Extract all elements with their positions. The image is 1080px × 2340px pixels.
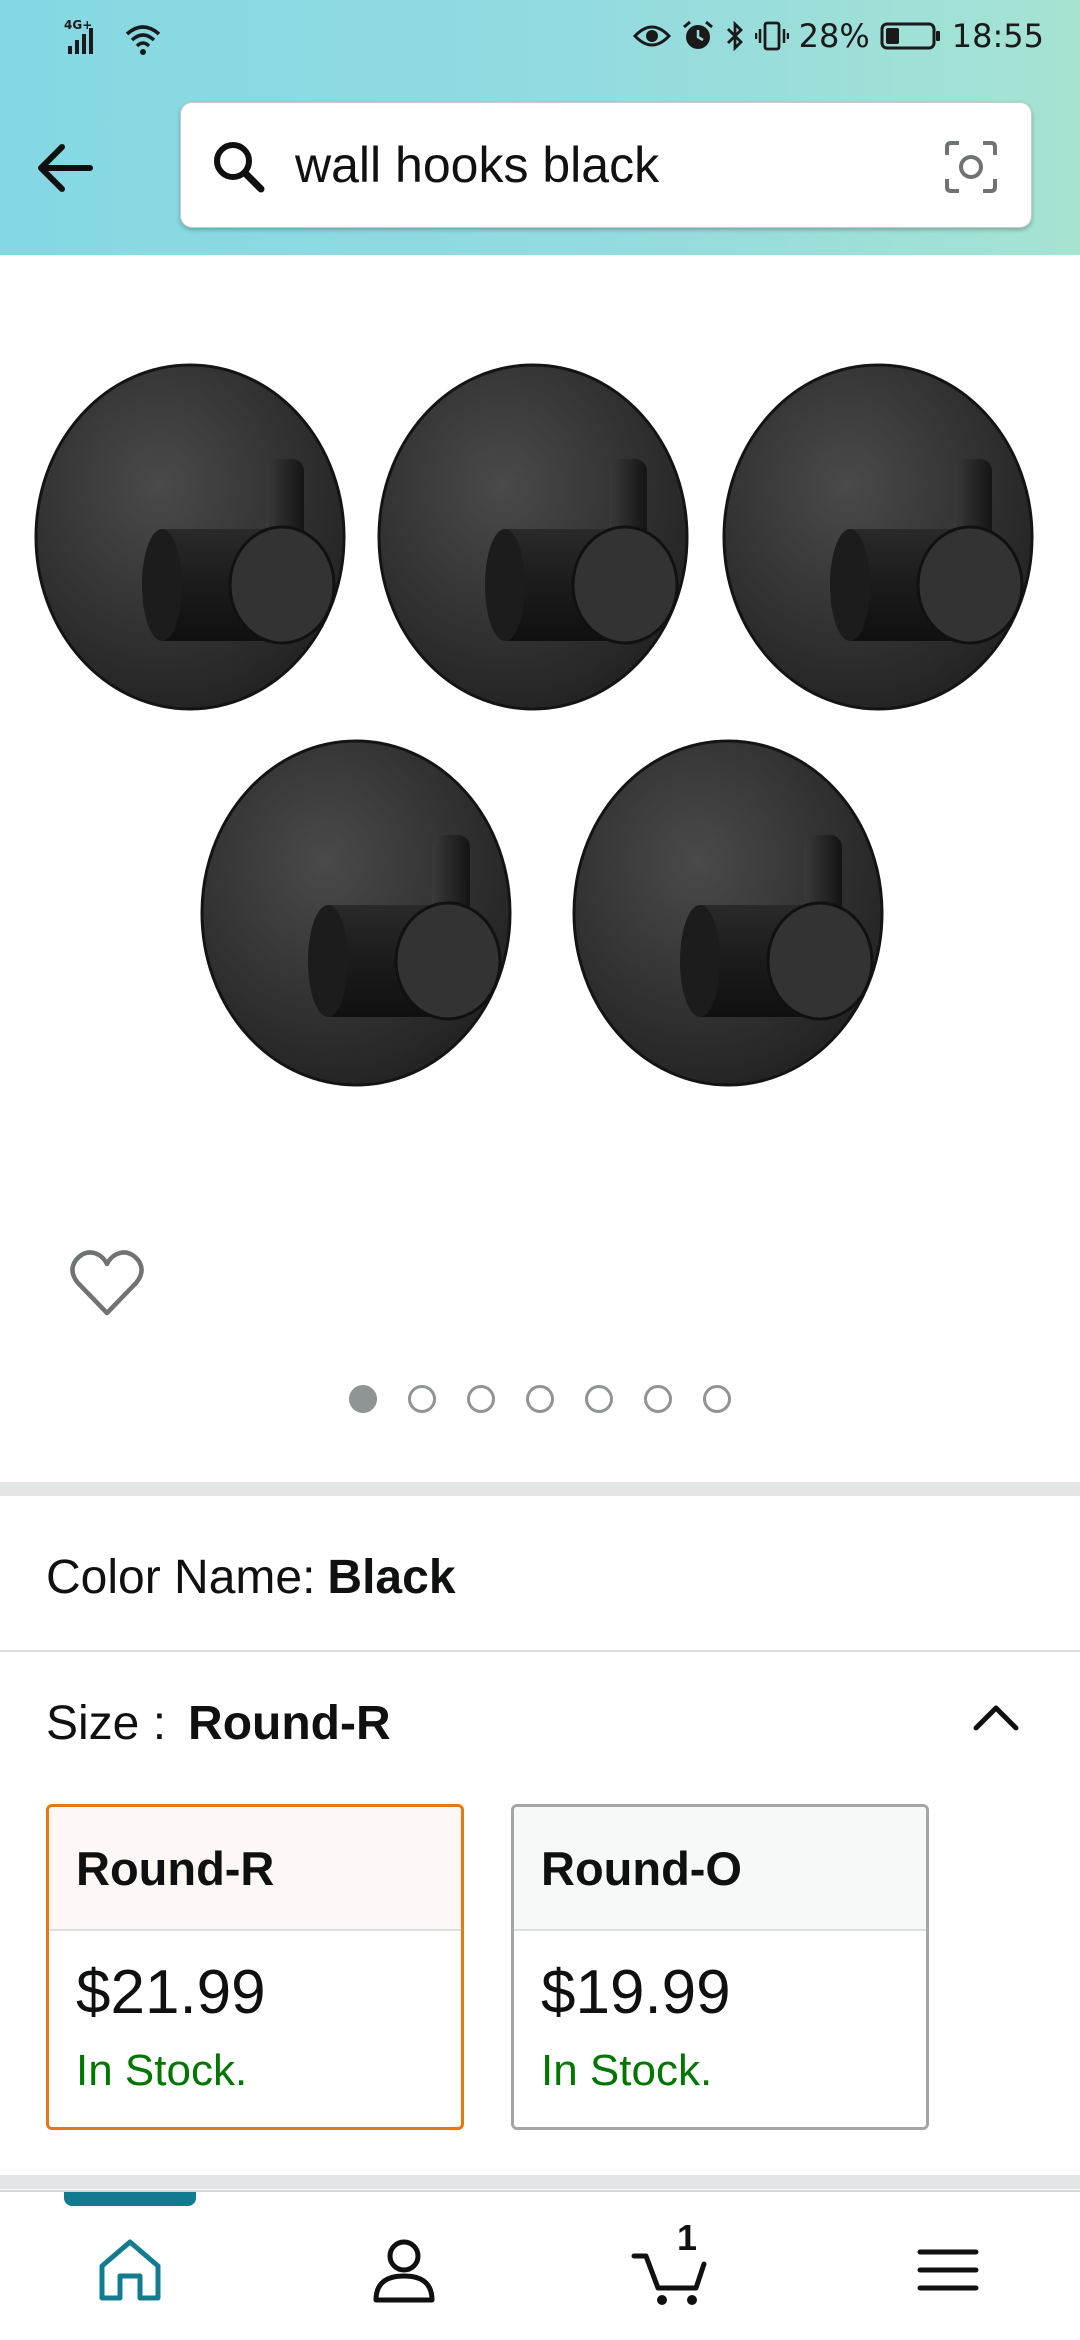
size-row[interactable]: Size : Round-R [46, 1692, 391, 1756]
status-right: 28% 18:55 [632, 17, 1044, 55]
status-left: 4G+ [64, 18, 162, 56]
size-value: Round-R [188, 1697, 391, 1750]
home-icon[interactable] [90, 2230, 170, 2310]
image-pagination-dots [0, 1385, 1080, 1413]
pagination-dot[interactable] [703, 1385, 731, 1413]
pagination-dot[interactable] [585, 1385, 613, 1413]
size-option-price: $21.99 [76, 1958, 266, 2027]
eye-icon [632, 25, 671, 47]
size-option-round-r[interactable]: Round-R $21.99 In Stock. [46, 1804, 464, 2130]
wifi-icon [125, 25, 161, 55]
signal-icon: 4G+ [64, 18, 93, 54]
size-option-stock: In Stock. [541, 2046, 713, 2095]
size-option-round-o[interactable]: Round-O $19.99 In Stock. [511, 1804, 929, 2130]
bluetooth-icon [726, 20, 743, 52]
heart-outline-icon[interactable] [68, 1245, 146, 1323]
product-image[interactable] [0, 255, 1080, 1155]
vibrate-icon [754, 21, 789, 51]
battery-icon [880, 22, 940, 50]
header-bar: 4G+ 28% 18:55 wall hooks black [0, 0, 1080, 255]
size-option-name: Round-O [514, 1807, 926, 1931]
active-tab-indicator [64, 2192, 196, 2206]
pagination-dot[interactable] [467, 1385, 495, 1413]
size-option-name: Round-R [49, 1807, 461, 1931]
cart-count-badge: 1 [676, 2217, 698, 2258]
bottom-navigation: 1 [0, 2190, 1080, 2340]
size-option-price: $19.99 [541, 1958, 731, 2027]
product-page: 4G+ 28% 18:55 wall hooks black Color Nam… [0, 0, 1080, 2340]
alarm-icon [682, 20, 713, 49]
status-bar: 4G+ 28% 18:55 [0, 0, 1080, 75]
color-name-row: Color Name: Black [46, 1546, 456, 1610]
account-icon[interactable] [364, 2230, 444, 2310]
menu-icon[interactable] [908, 2230, 988, 2310]
row-divider [0, 1650, 1080, 1652]
pagination-dot[interactable] [644, 1385, 672, 1413]
pagination-dot[interactable] [349, 1385, 377, 1413]
size-label: Size : [46, 1697, 167, 1750]
search-icon [214, 142, 265, 193]
battery-percent: 28% [798, 17, 870, 55]
section-divider [0, 2175, 1080, 2189]
network-type: 4G+ [64, 18, 92, 32]
clock: 18:55 [951, 17, 1044, 55]
pagination-dot[interactable] [526, 1385, 554, 1413]
color-label: Color Name: [46, 1551, 316, 1604]
color-value: Black [327, 1551, 456, 1604]
camera-scan-icon[interactable] [941, 137, 1001, 197]
search-box[interactable]: wall hooks black [180, 102, 1032, 228]
size-option-stock: In Stock. [76, 2046, 248, 2095]
pagination-dot[interactable] [408, 1385, 436, 1413]
chevron-up-icon[interactable] [966, 1688, 1026, 1748]
section-divider [0, 1482, 1080, 1496]
search-query[interactable]: wall hooks black [295, 133, 659, 197]
back-arrow-icon[interactable] [28, 130, 104, 206]
product-image-gallery[interactable] [0, 255, 1080, 1490]
